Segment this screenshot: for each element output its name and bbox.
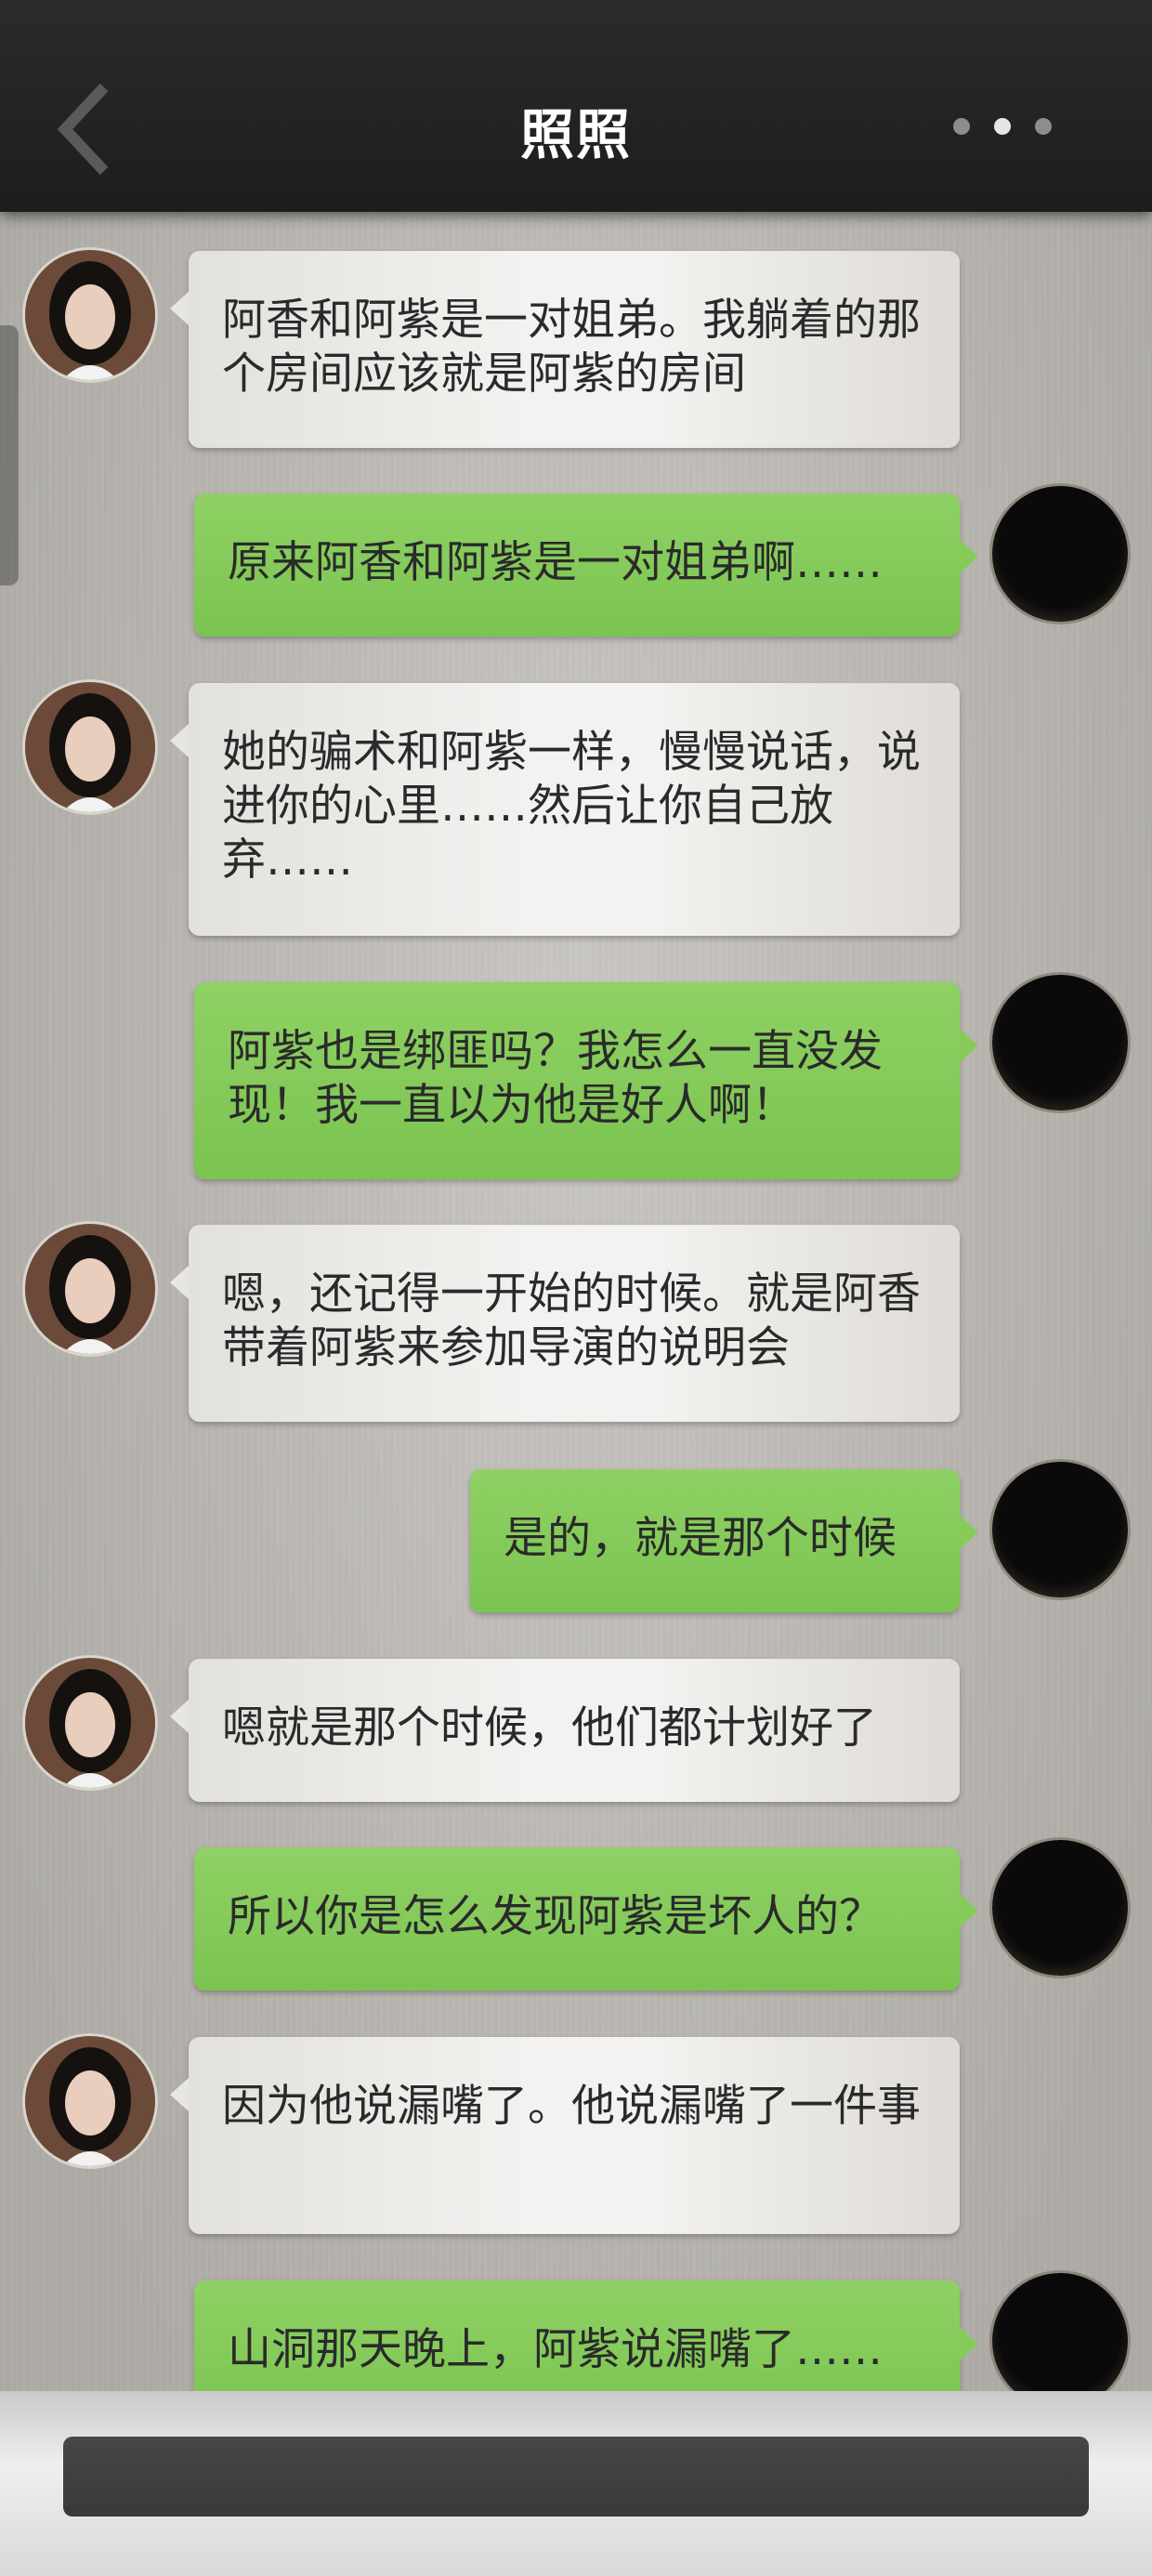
user-avatar[interactable] xyxy=(992,1462,1128,1597)
avatar-portrait-icon xyxy=(25,682,155,812)
avatar-portrait-icon xyxy=(25,250,155,380)
user-avatar[interactable] xyxy=(992,2273,1128,2391)
chat-header: 照照 xyxy=(0,0,1152,212)
message-bubble: 所以你是怎么发现阿紫是坏人的？ xyxy=(194,1847,978,1991)
avatar-portrait-icon xyxy=(25,2036,155,2166)
user-avatar[interactable] xyxy=(992,486,1128,622)
contact-avatar[interactable] xyxy=(22,679,158,815)
contact-avatar[interactable] xyxy=(22,1655,158,1791)
message-bubble: 是的，就是那个时候 xyxy=(470,1469,978,1612)
user-avatar[interactable] xyxy=(992,975,1128,1111)
message-bubble: 嗯，还记得一开始的时候。就是阿香带着阿紫来参加导演的说明会 xyxy=(170,1225,960,1422)
more-options-button[interactable] xyxy=(938,110,1078,147)
contact-avatar[interactable] xyxy=(22,1221,158,1357)
message-bubble: 因为他说漏嘴了。他说漏嘴了一件事 xyxy=(170,2037,960,2234)
avatar-portrait-icon xyxy=(25,1224,155,1354)
message-bubble: 山洞那天晚上，阿紫说漏嘴了…… xyxy=(194,2280,978,2391)
input-bar xyxy=(0,2391,1152,2576)
message-input[interactable] xyxy=(63,2437,1089,2517)
message-bubble: 阿紫也是绑匪吗？我怎么一直没发现！我一直以为他是好人啊！ xyxy=(194,982,978,1179)
contact-avatar[interactable] xyxy=(22,247,158,383)
user-avatar[interactable] xyxy=(992,1840,1128,1976)
message-bubble: 阿香和阿紫是一对姐弟。我躺着的那个房间应该就是阿紫的房间 xyxy=(170,251,960,448)
message-bubble: 嗯就是那个时候，他们都计划好了 xyxy=(170,1659,960,1802)
message-bubble: 原来阿香和阿紫是一对姐弟啊…… xyxy=(194,493,978,637)
message-list[interactable]: 阿香和阿紫是一对姐弟。我躺着的那个房间应该就是阿紫的房间 原来阿香和阿紫是一对姐… xyxy=(0,212,1152,2391)
avatar-portrait-icon xyxy=(25,1658,155,1788)
contact-avatar[interactable] xyxy=(22,2033,158,2169)
message-bubble: 她的骗术和阿紫一样，慢慢说话，说进你的心里……然后让你自己放弃…… xyxy=(170,683,960,936)
